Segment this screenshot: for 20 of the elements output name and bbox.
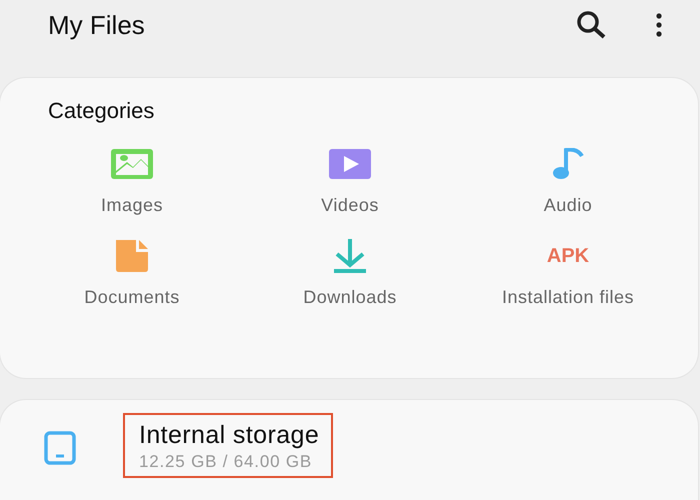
category-item[interactable]: Documents	[84, 287, 180, 308]
download-icon	[332, 239, 368, 273]
document-icon	[114, 240, 150, 272]
play-icon	[329, 149, 371, 179]
category-item[interactable]: Audio	[544, 195, 592, 216]
category-item[interactable]: Videos	[321, 195, 379, 216]
app-title: My Files	[48, 10, 146, 40]
section-title: Categories	[48, 98, 154, 124]
music-note-icon	[551, 148, 585, 180]
storage-card[interactable]: Internal storage 12.25 GB / 64.00 GB	[0, 400, 698, 500]
category-item[interactable]: Installation files	[502, 287, 634, 308]
category-item[interactable]: Downloads	[303, 287, 397, 308]
image-icon	[111, 149, 153, 179]
phone-icon	[44, 431, 76, 465]
apk-icon: APK	[546, 244, 590, 268]
storage-name: Internal storage	[139, 421, 320, 450]
category-item[interactable]: Images	[100, 195, 164, 216]
search-icon[interactable]	[576, 11, 606, 39]
more-options-icon[interactable]	[656, 13, 662, 37]
storage-usage: 12.25 GB / 64.00 GB	[139, 452, 314, 472]
